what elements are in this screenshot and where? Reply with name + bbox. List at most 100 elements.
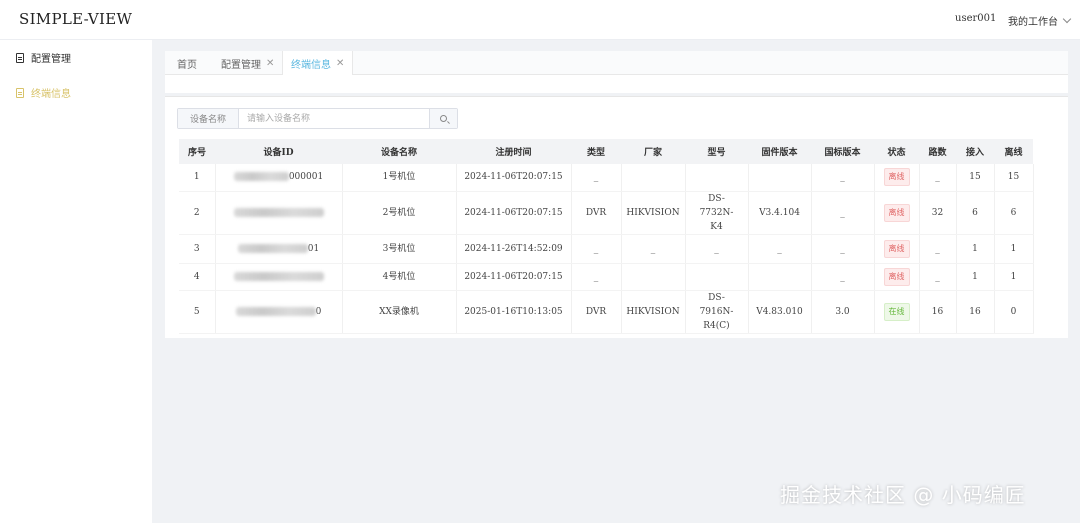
cell-status: 离线	[874, 164, 920, 192]
cell-firmware: V3.4.104	[748, 191, 812, 235]
cell-firmware	[748, 164, 812, 192]
cell-paths: _	[919, 164, 957, 192]
cell-device-id	[215, 191, 343, 235]
cell-name: XX录像机	[342, 290, 457, 334]
cell-access: 1	[956, 263, 995, 291]
cell-offline: 1	[994, 234, 1034, 264]
workspace-menu[interactable]: 我的工作台	[1008, 13, 1072, 28]
cell-no: 5	[179, 290, 216, 334]
cell-type: _	[571, 263, 622, 291]
cell-type: DVR	[571, 290, 622, 334]
cell-name: 3号机位	[342, 234, 457, 264]
cell-model	[685, 263, 749, 291]
column-header: 型号	[685, 139, 748, 164]
table-row[interactable]: 1 000001 1号机位 2024-11-06T20:07:15 _ _ 离线…	[179, 164, 1034, 192]
cell-no: 2	[179, 191, 216, 235]
search-label: 设备名称	[178, 109, 239, 128]
search-button[interactable]	[429, 109, 457, 128]
status-badge: 离线	[883, 203, 910, 222]
cell-offline: 0	[994, 290, 1034, 334]
sidebar-item-terminal[interactable]: 终端信息	[16, 85, 71, 100]
cell-device-id: 000001	[215, 164, 343, 192]
sidebar-item-label: 配置管理	[31, 54, 71, 65]
cell-type: _	[571, 164, 622, 192]
tab-label: 首页	[177, 59, 197, 71]
table-row[interactable]: 2 2号机位 2024-11-06T20:07:15 DVR HIKVISION…	[179, 191, 1034, 235]
cell-no: 1	[179, 164, 216, 192]
close-icon[interactable]: ✕	[336, 58, 344, 69]
column-header: 厂家	[621, 139, 685, 164]
table-row[interactable]: 5 0 XX录像机 2025-01-16T10:13:05 DVR HIKVIS…	[179, 290, 1034, 334]
cell-firmware: _	[748, 234, 812, 264]
cell-type: DVR	[571, 191, 622, 235]
column-header: 序号	[179, 139, 215, 164]
cell-status: 离线	[874, 191, 920, 235]
table-row[interactable]: 4 4号机位 2024-11-06T20:07:15 _ _ 离线 _ 1 1	[179, 263, 1034, 291]
close-icon[interactable]: ✕	[266, 58, 274, 69]
redacted-id	[233, 207, 324, 217]
cell-gb-version: _	[811, 263, 875, 291]
document-icon	[16, 52, 24, 63]
cell-model	[685, 164, 749, 192]
cell-access: 16	[956, 290, 995, 334]
cell-offline: 15	[994, 164, 1034, 192]
tab-content-strip	[165, 75, 1068, 93]
cell-gb-version: 3.0	[811, 290, 875, 334]
cell-vendor: HIKVISION	[621, 290, 686, 334]
cell-time: 2025-01-16T10:13:05	[456, 290, 572, 334]
redacted-id	[233, 172, 289, 182]
cell-model: _	[685, 234, 749, 264]
workspace-label: 我的工作台	[1008, 17, 1058, 28]
status-badge: 离线	[883, 168, 910, 187]
column-header: 路数	[919, 139, 956, 164]
cell-model: DS-7732N-K4	[685, 191, 749, 235]
cell-device-id: 01	[215, 234, 343, 264]
cell-vendor	[621, 263, 686, 291]
search-icon	[440, 115, 447, 122]
cell-status: 在线	[874, 290, 920, 334]
cell-gb-version: _	[811, 191, 875, 235]
cell-model: DS-7916N-R4(C)	[685, 290, 749, 334]
cell-name: 1号机位	[342, 164, 457, 192]
device-table: 序号 设备ID 设备名称 注册时间 类型 厂家 型号 固件版本 国标版本 状态 …	[179, 139, 1034, 334]
tab-bar: 首页 配置管理 ✕ 终端信息 ✕	[165, 51, 1068, 75]
chevron-down-icon	[1062, 14, 1072, 24]
column-header: 离线	[994, 139, 1033, 164]
cell-gb-version: _	[811, 234, 875, 264]
cell-access: 15	[956, 164, 995, 192]
redacted-id	[233, 271, 324, 281]
cell-firmware: V4.83.010	[748, 290, 812, 334]
cell-time: 2024-11-06T20:07:15	[456, 164, 572, 192]
cell-access: 6	[956, 191, 995, 235]
column-header: 类型	[571, 139, 621, 164]
tab-label: 配置管理	[221, 59, 261, 71]
cell-paths: _	[919, 234, 957, 264]
app-title: SIMPLE-VIEW	[19, 10, 133, 28]
column-header: 设备ID	[215, 139, 342, 164]
cell-gb-version: _	[811, 164, 875, 192]
cell-paths: _	[919, 263, 957, 291]
table-row[interactable]: 3 01 3号机位 2024-11-26T14:52:09 _ _ _ _ _ …	[179, 234, 1034, 264]
document-icon	[16, 87, 24, 98]
status-badge: 离线	[883, 239, 910, 258]
cell-offline: 1	[994, 263, 1034, 291]
sidebar-item-config[interactable]: 配置管理	[16, 50, 71, 65]
cell-device-id	[215, 263, 343, 291]
tab-config[interactable]: 配置管理 ✕	[213, 51, 282, 75]
tab-terminal[interactable]: 终端信息 ✕	[282, 51, 354, 75]
cell-no: 4	[179, 263, 216, 291]
cell-type: _	[571, 234, 622, 264]
column-header: 状态	[874, 139, 919, 164]
search-input[interactable]	[239, 109, 429, 128]
cell-status: 离线	[874, 263, 920, 291]
top-header: SIMPLE-VIEW user001 我的工作台	[0, 0, 1080, 40]
sidebar-item-label: 终端信息	[31, 89, 71, 100]
table-header: 序号 设备ID 设备名称 注册时间 类型 厂家 型号 固件版本 国标版本 状态 …	[179, 139, 1033, 164]
redacted-id	[237, 243, 308, 253]
username[interactable]: user001	[955, 13, 996, 24]
cell-time: 2024-11-06T20:07:15	[456, 191, 572, 235]
cell-access: 1	[956, 234, 995, 264]
tab-home[interactable]: 首页	[169, 51, 205, 75]
column-header: 国标版本	[811, 139, 874, 164]
cell-device-id: 0	[215, 290, 343, 334]
